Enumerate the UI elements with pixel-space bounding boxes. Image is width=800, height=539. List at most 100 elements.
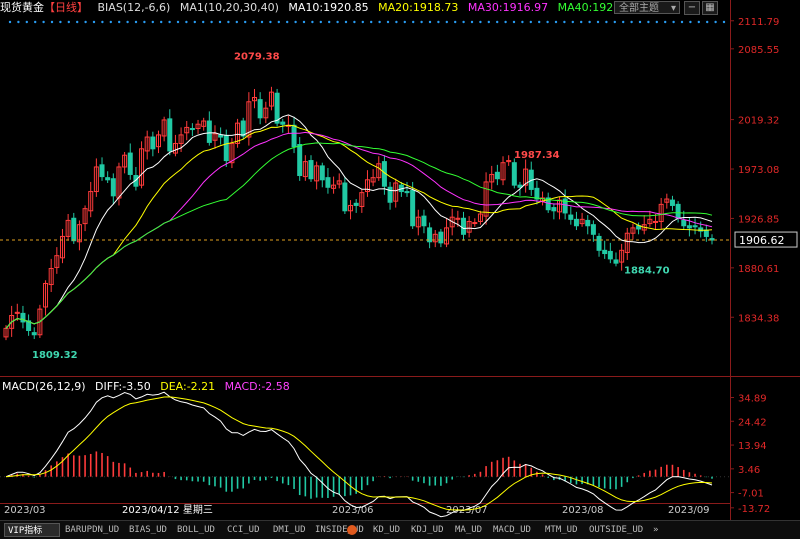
tab-kdj[interactable]: KDJ_UD (408, 523, 452, 537)
signal-dot (504, 20, 507, 24)
candle-body (404, 191, 410, 194)
macd-tick-label: -7.01 (738, 489, 764, 500)
candle-body (421, 215, 427, 227)
signal-dot (294, 20, 297, 24)
price-tick-label: 2111.79 (738, 17, 779, 28)
candle-body (568, 214, 574, 220)
signal-dot (126, 20, 129, 24)
candle-body (274, 92, 280, 124)
candle-body (291, 124, 297, 148)
signal-dot (277, 20, 280, 24)
dea-line (5, 396, 713, 511)
signal-dot (328, 20, 331, 24)
signal-dot (563, 20, 566, 24)
macd-tick-label: 34.89 (738, 394, 767, 405)
candle-body (127, 152, 133, 175)
candle-body (206, 120, 212, 143)
signal-dot (437, 20, 440, 24)
date-tick-label: 2023/07 (446, 505, 488, 516)
signal-dot (412, 20, 415, 24)
signal-dot (689, 20, 692, 24)
candle-body (280, 121, 286, 125)
candle-body (167, 118, 173, 152)
tab-vip[interactable]: VIP指标 (4, 523, 60, 537)
tab-inside[interactable]: INSIDE_UD (312, 523, 370, 537)
tab-ma[interactable]: MA_UD (452, 523, 490, 537)
signal-dot (714, 20, 717, 24)
signal-dot (554, 20, 558, 24)
signal-dot (59, 20, 62, 24)
extreme-label: 2079.38 (234, 51, 280, 62)
candle-body (686, 225, 692, 229)
signal-dot (302, 20, 306, 24)
candle-body (573, 218, 579, 227)
signal-dot (361, 20, 364, 24)
signal-dot (42, 20, 45, 24)
tab-outside[interactable]: OUTSIDE_UD (586, 523, 648, 537)
signal-dot (571, 20, 574, 24)
signal-dot (235, 20, 238, 24)
candle-body (607, 250, 613, 260)
signal-dot (143, 20, 146, 24)
signal-dot (487, 20, 490, 24)
date-tick-label: 2023/03 (4, 505, 46, 516)
macd-tick-label: -13.72 (738, 504, 770, 515)
signal-dot (109, 20, 113, 24)
candle-body (297, 144, 303, 177)
signal-dot (580, 20, 583, 24)
signal-dot (521, 20, 524, 24)
signal-dot (445, 20, 448, 24)
macd-value: MACD:-2.58 (224, 380, 290, 393)
candle-body (110, 178, 116, 197)
candle-body (472, 222, 478, 225)
signal-dot (470, 20, 474, 24)
signal-dot (428, 20, 432, 24)
signal-dot (420, 20, 423, 24)
signal-dot (697, 20, 700, 24)
price-tick-label: 1973.08 (738, 165, 779, 176)
tab-barupdn[interactable]: BARUPDN_UD (62, 523, 124, 537)
tab-mtm[interactable]: MTM_UD (542, 523, 586, 537)
candle-body (20, 312, 26, 323)
tab-macd[interactable]: MACD_UD (490, 523, 542, 537)
candle-body (325, 177, 331, 188)
signal-dot (496, 20, 499, 24)
extreme-label: 1809.32 (32, 350, 78, 361)
candle-body (319, 165, 325, 181)
signal-dot (67, 20, 71, 24)
signal-dot (134, 20, 138, 24)
dea-value: DEA:-2.21 (160, 380, 216, 393)
date-tick-label: 2023/04/12 星期三 (122, 504, 213, 516)
logo-icon (347, 525, 357, 535)
signal-dot (378, 20, 381, 24)
signal-dot (605, 20, 608, 24)
signal-dot (319, 20, 322, 24)
signal-dot (386, 20, 390, 24)
signal-dot (311, 20, 314, 24)
price-tick-label: 2085.55 (738, 45, 779, 56)
candle-body (31, 332, 37, 336)
candle-body (511, 162, 517, 186)
candle-body (675, 203, 681, 219)
tab-cci[interactable]: CCI_UD (224, 523, 268, 537)
candle-body (494, 171, 500, 180)
tab-bias[interactable]: BIAS_UD (126, 523, 172, 537)
signal-dot (252, 20, 255, 24)
candle-body (653, 220, 659, 223)
signal-dot (395, 20, 398, 24)
tab-kd[interactable]: KD_UD (370, 523, 408, 537)
tabs-more-icon[interactable]: » (650, 523, 664, 537)
tab-boll[interactable]: BOLL_UD (174, 523, 222, 537)
tab-dmi[interactable]: DMI_UD (270, 523, 312, 537)
signal-dot (260, 20, 264, 24)
candle-body (703, 229, 709, 237)
price-tick-label: 1926.85 (738, 214, 779, 225)
signal-dot (664, 20, 667, 24)
candle-body (99, 164, 105, 178)
signal-dot (647, 20, 650, 24)
candle-body (681, 219, 687, 227)
price-tick-label: 1880.61 (738, 264, 779, 275)
price-tick-label: 2019.32 (738, 116, 779, 127)
signal-dot (50, 20, 54, 24)
signal-dot (353, 20, 356, 24)
